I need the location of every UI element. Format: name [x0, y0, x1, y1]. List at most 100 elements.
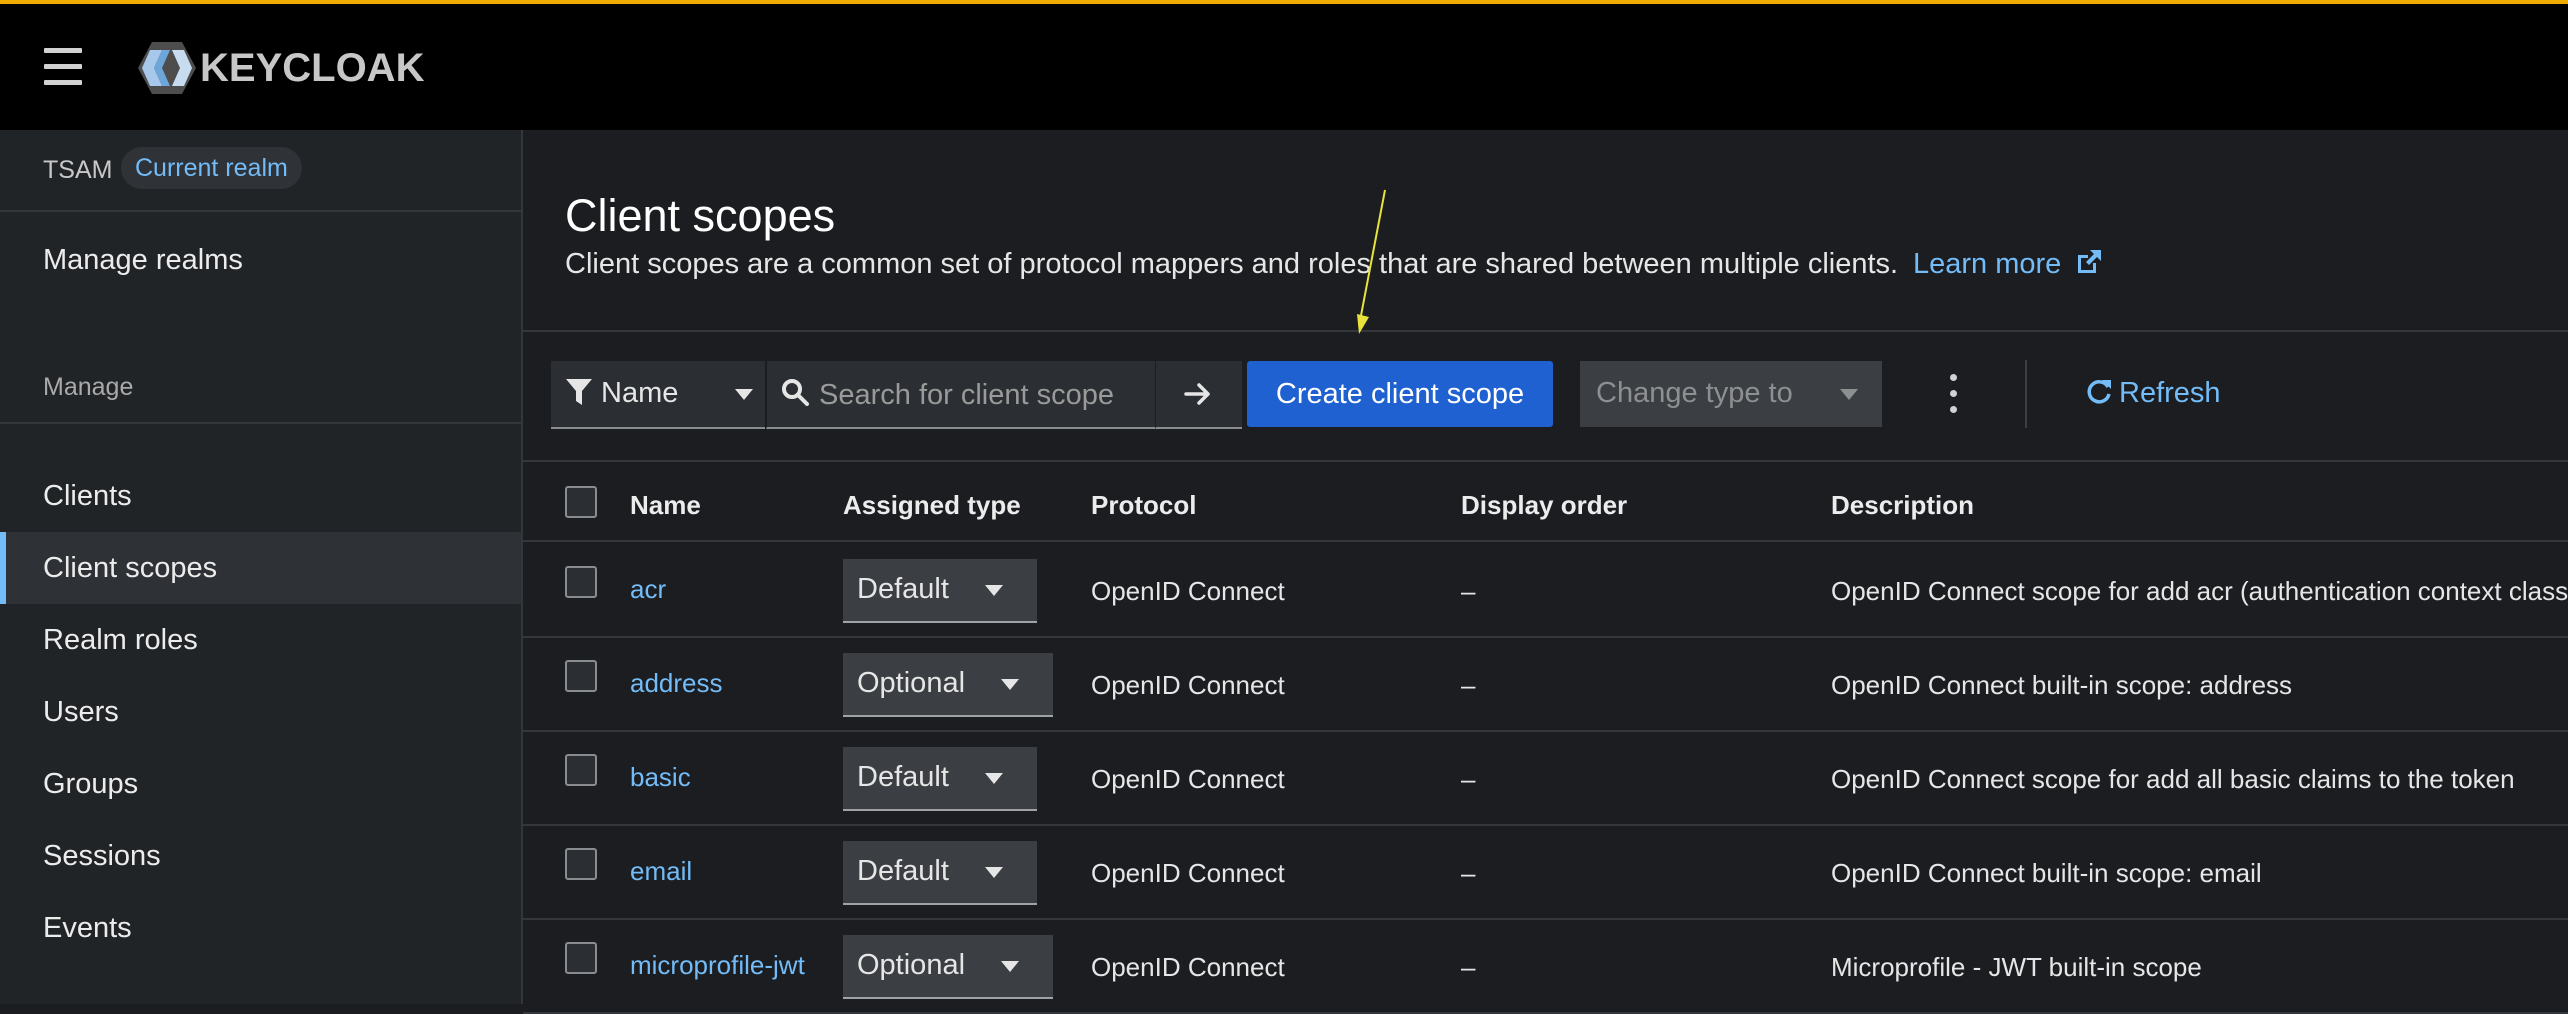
protocol-cell: OpenID Connect	[1091, 764, 1285, 794]
display-order-cell: –	[1461, 576, 1476, 606]
assigned-type-select[interactable]: Default	[843, 559, 1037, 623]
sidebar-item-label: Client scopes	[43, 552, 218, 584]
manage-realms-link[interactable]: Manage realms	[43, 244, 243, 277]
description-cell: OpenID Connect built-in scope: address	[1831, 670, 2293, 700]
filter-icon	[566, 379, 592, 405]
client-scope-name-link[interactable]: acr	[630, 574, 666, 605]
column-header-description[interactable]: Description	[1831, 490, 1974, 521]
table-header: Name Assigned type Protocol Display orde…	[523, 462, 2568, 542]
kebab-menu-icon[interactable]	[1943, 374, 1963, 414]
realm-selector[interactable]: TSAM Current realm	[0, 130, 521, 212]
table-row: email Default OpenID Connect – OpenID Connec…	[523, 824, 2568, 920]
sidebar-item-label: Groups	[43, 768, 139, 800]
column-header-display-order[interactable]: Display order	[1461, 490, 1627, 521]
search-field[interactable]	[766, 361, 1155, 429]
page-title: Client scopes	[565, 190, 836, 241]
sidebar-item-label: Sessions	[43, 840, 161, 872]
chevron-down-icon	[985, 585, 1003, 596]
client-scope-name-link[interactable]: basic	[630, 762, 691, 793]
realm-name: TSAM	[43, 156, 113, 184]
filter-type-label: Name	[601, 377, 679, 409]
display-order-cell: –	[1461, 858, 1476, 888]
client-scope-name-link[interactable]: microprofile-jwt	[630, 950, 805, 981]
page-header: Client scopes Client scopes are a common…	[523, 130, 2568, 332]
row-checkbox[interactable]	[565, 754, 597, 786]
nav-section-manage: Manage	[43, 373, 134, 401]
page-description: Client scopes are a common set of protoc…	[565, 248, 1899, 280]
protocol-cell: OpenID Connect	[1091, 952, 1285, 982]
sidebar-item-client-scopes[interactable]: Client scopes	[0, 532, 521, 604]
main-content: Client scopes Client scopes are a common…	[523, 130, 2568, 1014]
description-cell: OpenID Connect scope for add acr (authen…	[1831, 576, 2568, 606]
change-type-dropdown[interactable]: Change type to	[1580, 361, 1882, 427]
filter-type-select[interactable]: Name	[551, 361, 765, 429]
assigned-type-select[interactable]: Optional	[843, 653, 1053, 717]
create-client-scope-button[interactable]: Create client scope	[1247, 361, 1553, 427]
column-header-assigned-type[interactable]: Assigned type	[843, 490, 1021, 521]
table-row: acr Default OpenID Connect – OpenID Connect …	[523, 542, 2568, 638]
assigned-type-label: Default	[857, 855, 949, 887]
chevron-down-icon	[1001, 679, 1019, 690]
protocol-cell: OpenID Connect	[1091, 670, 1285, 700]
change-type-label: Change type to	[1596, 377, 1793, 409]
table-row: basic Default OpenID Connect – OpenID Connec…	[523, 730, 2568, 826]
annotation-arrow	[1357, 189, 1386, 334]
sidebar-item-realm-roles[interactable]: Realm roles	[0, 604, 521, 676]
select-all-checkbox[interactable]	[565, 486, 597, 518]
row-checkbox[interactable]	[565, 566, 597, 598]
masthead: KEYCLOAK	[0, 4, 2568, 130]
assigned-type-select[interactable]: Default	[843, 841, 1037, 905]
sidebar: TSAM Current realm Manage realms Manage …	[0, 130, 523, 1004]
column-header-name[interactable]: Name	[630, 490, 701, 521]
search-input[interactable]	[817, 361, 1151, 429]
arrow-right-icon	[1184, 383, 1210, 405]
column-header-protocol[interactable]: Protocol	[1091, 490, 1196, 521]
chevron-down-icon	[985, 773, 1003, 784]
client-scope-name-link[interactable]: address	[630, 668, 723, 699]
table-row: microprofile-jwt Optional OpenID Connect – M…	[523, 918, 2568, 1014]
protocol-cell: OpenID Connect	[1091, 858, 1285, 888]
row-checkbox[interactable]	[565, 942, 597, 974]
logo-text: KEYCLOAK	[200, 45, 425, 90]
sidebar-item-events[interactable]: Events	[0, 892, 521, 964]
refresh-button[interactable]: Refresh	[2085, 377, 2221, 410]
assigned-type-select[interactable]: Default	[843, 747, 1037, 811]
assigned-type-label: Default	[857, 573, 949, 605]
row-checkbox[interactable]	[565, 660, 597, 692]
search-icon	[782, 379, 809, 406]
sidebar-item-clients[interactable]: Clients	[0, 460, 521, 532]
hamburger-menu-icon[interactable]	[44, 48, 82, 86]
assigned-type-select[interactable]: Optional	[843, 935, 1053, 999]
current-realm-badge: Current realm	[121, 147, 302, 189]
learn-more-link[interactable]: Learn more	[1913, 248, 2103, 281]
chevron-down-icon	[985, 867, 1003, 878]
chevron-down-icon	[1840, 389, 1858, 400]
display-order-cell: –	[1461, 952, 1476, 982]
sidebar-item-sessions[interactable]: Sessions	[0, 820, 521, 892]
display-order-cell: –	[1461, 670, 1476, 700]
sidebar-item-users[interactable]: Users	[0, 676, 521, 748]
display-order-cell: –	[1461, 764, 1476, 794]
refresh-icon	[2087, 380, 2111, 404]
search-submit-button[interactable]	[1155, 361, 1242, 429]
sidebar-item-label: Clients	[43, 480, 132, 512]
row-checkbox[interactable]	[565, 848, 597, 880]
assigned-type-label: Default	[857, 761, 949, 793]
keycloak-logo-icon	[138, 42, 196, 94]
sidebar-item-groups[interactable]: Groups	[0, 748, 521, 820]
learn-more-label: Learn more	[1913, 248, 2062, 280]
external-link-icon	[2078, 250, 2102, 273]
assigned-type-label: Optional	[857, 667, 966, 699]
client-scope-name-link[interactable]: email	[630, 856, 692, 887]
refresh-label: Refresh	[2119, 377, 2221, 409]
sidebar-item-label: Users	[43, 696, 119, 728]
description-cell: OpenID Connect scope for add all basic c…	[1831, 764, 2515, 794]
sidebar-item-label: Events	[43, 912, 132, 944]
sidebar-item-label: Realm roles	[43, 624, 198, 656]
chevron-down-icon	[735, 389, 753, 400]
toolbar: Name Create client scope Change type to	[523, 330, 2568, 462]
toolbar-divider	[2025, 360, 2027, 428]
keycloak-logo[interactable]: KEYCLOAK	[138, 42, 424, 94]
assigned-type-label: Optional	[857, 949, 966, 981]
chevron-down-icon	[1001, 961, 1019, 972]
